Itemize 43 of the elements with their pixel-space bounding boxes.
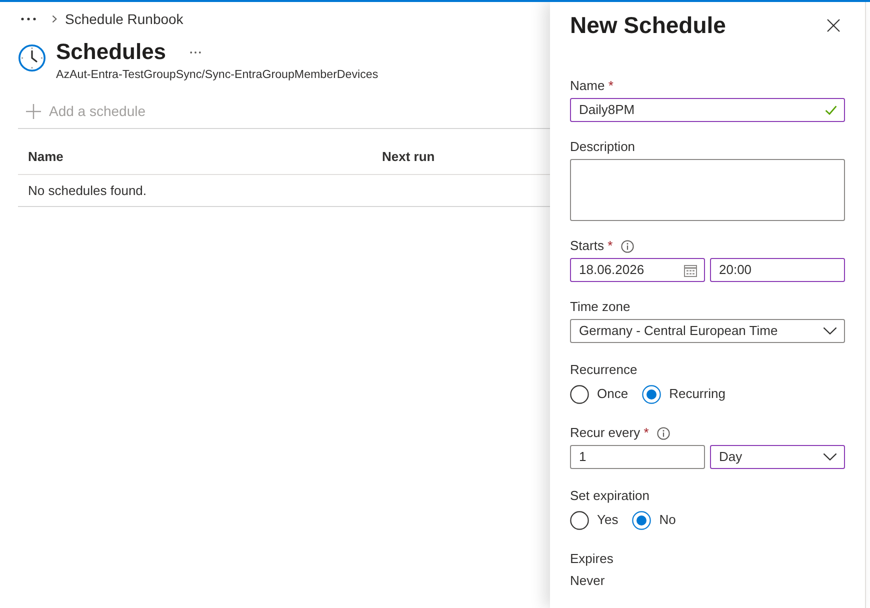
close-icon [827,18,840,32]
more-icon[interactable] [190,50,202,54]
plus-icon [26,104,41,118]
radio-label: Recurring [669,385,726,404]
radio-button[interactable] [570,384,589,404]
column-header[interactable]: Name [18,147,372,167]
calendar-icon[interactable] [684,264,697,276]
field-label: Recur every * [570,424,649,442]
field-label: Set expiration [570,487,650,506]
field-label: Expires [570,550,614,568]
info-icon[interactable] [656,426,670,440]
radio-label: Once [597,385,628,404]
field-value: Never [570,573,605,588]
text-field[interactable]: 1 [570,445,705,469]
page-title: Schedules [56,38,166,66]
close-button[interactable] [827,18,840,32]
time-field[interactable]: 20:00 [710,258,845,282]
info-icon[interactable] [620,240,634,252]
field-label: Recurrence [570,361,638,380]
radio-label: Yes [597,511,618,530]
empty-message: No schedules found. [28,182,147,198]
radio-label: No [659,511,676,530]
dropdown[interactable]: Day [710,445,845,469]
chevron-down-icon [823,327,837,335]
breadcrumb-link[interactable]: Schedule Runbook [65,8,184,30]
field-label: Name * [570,77,614,96]
field-label: Starts * [570,237,613,256]
radio-button[interactable] [632,510,652,530]
date-field[interactable]: 18.06.2026 [570,258,705,282]
panel-title: New Schedule [570,11,726,40]
field-label: Time zone [570,298,630,316]
radio-button[interactable] [570,510,589,530]
clock-icon [18,44,46,72]
chevron-down-icon [823,453,837,461]
radio-button[interactable] [642,384,662,404]
more-icon[interactable] [21,17,36,21]
dropdown[interactable]: Germany - Central European Time [570,319,845,343]
text-field[interactable]: Daily8PM [570,98,845,122]
column-header[interactable]: Next run [372,147,550,167]
page-subtitle: AzAut-Entra-TestGroupSync/Sync-EntraGroupMemberDevices [56,67,378,83]
field-label: Description [570,138,636,156]
text-area[interactable] [570,159,845,221]
chevron-right-icon [52,15,57,23]
